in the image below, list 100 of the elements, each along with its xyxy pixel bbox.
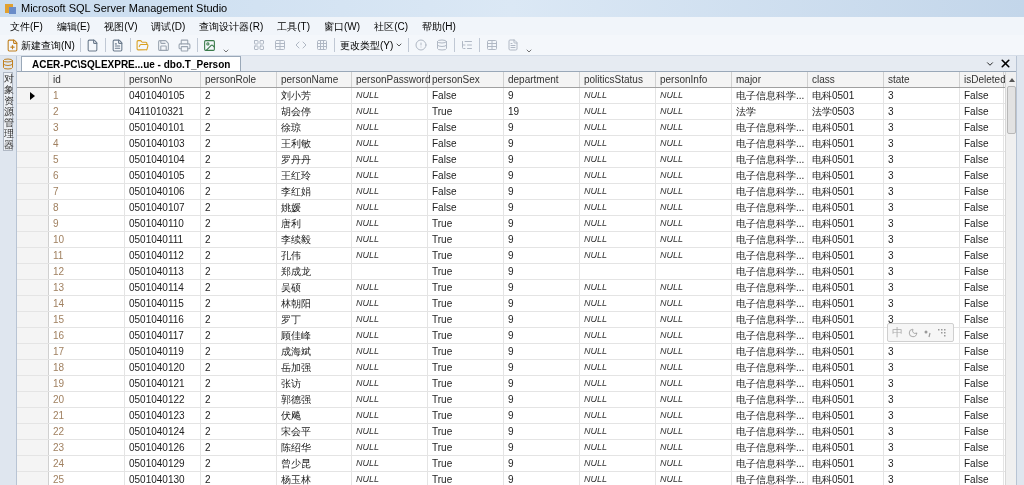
table-cell: False	[960, 120, 1004, 135]
table-cell: NULL	[352, 152, 428, 167]
table-cell: 徐琼	[277, 120, 352, 135]
table-cell: 9	[504, 456, 580, 471]
table-cell: 7	[49, 184, 125, 199]
menu-item[interactable]: 帮助(H)	[422, 18, 456, 34]
menu-item[interactable]: 社区(C)	[374, 18, 409, 34]
menu-item[interactable]: 工具(T)	[277, 18, 311, 34]
dropdown-icon	[985, 59, 995, 69]
column-header[interactable]: politicsStatus	[580, 72, 656, 87]
table-cell: 电科0501	[808, 376, 884, 391]
table-cell: 林朝阳	[277, 296, 352, 311]
table-cell: NULL	[580, 296, 656, 311]
table-cell: 电科0501	[808, 232, 884, 247]
column-header[interactable]: class	[808, 72, 884, 87]
table-cell: 电科0501	[808, 424, 884, 439]
table-cell: NULL	[656, 328, 732, 343]
table-cell: 电子信息科学...	[732, 152, 808, 167]
table-cell: 电子信息科学...	[732, 408, 808, 423]
table-cell: 李红娟	[277, 184, 352, 199]
current-row-icon	[30, 91, 35, 100]
table-cell: 电子信息科学...	[732, 184, 808, 199]
table-cell: NULL	[656, 200, 732, 215]
menu-item[interactable]: 调试(D)	[151, 18, 186, 34]
table-cell: 电科0501	[808, 360, 884, 375]
column-header[interactable]: personPassword	[352, 72, 428, 87]
printer-icon[interactable]	[175, 36, 194, 54]
menu-item[interactable]: 文件(F)	[10, 18, 43, 34]
table-cell: 3	[884, 424, 960, 439]
column-header[interactable]: personInfo	[656, 72, 732, 87]
table-cell: False	[960, 456, 1004, 471]
table-cell: NULL	[352, 120, 428, 135]
table-cell: 电科0501	[808, 312, 884, 327]
menu-item[interactable]: 查询设计器(R)	[199, 18, 264, 34]
table-cell: False	[428, 184, 504, 199]
table-cell: NULL	[656, 296, 732, 311]
table-cell: 姚媛	[277, 200, 352, 215]
table-cell: 3	[884, 264, 960, 279]
document-tab[interactable]: ACER-PC\SQLEXPRE...ue - dbo.T_Person	[21, 56, 242, 71]
table-cell: 0501040123	[125, 408, 201, 423]
column-header[interactable]: state	[884, 72, 960, 87]
table-cell: NULL	[352, 88, 428, 103]
table-cell: 9	[504, 88, 580, 103]
table-cell: True	[428, 104, 504, 119]
table-cell: 2	[201, 104, 277, 119]
scroll-up-icon[interactable]	[1008, 78, 1015, 82]
menu-item[interactable]: 窗口(W)	[324, 18, 361, 34]
column-header[interactable]: isDeleted	[960, 72, 1004, 87]
scroll-thumb[interactable]	[1007, 86, 1016, 134]
menu-item[interactable]: 编辑(E)	[56, 18, 91, 34]
table-cell: 3	[884, 104, 960, 119]
table-cell: 2	[201, 424, 277, 439]
table-cell: 电科0501	[808, 200, 884, 215]
vertical-scrollbar[interactable]	[1005, 72, 1017, 485]
table-cell: 9	[504, 376, 580, 391]
table-cell: 9	[504, 216, 580, 231]
table-cell: 曾少昆	[277, 456, 352, 471]
table-cell: 电子信息科学...	[732, 424, 808, 439]
table-cell: 9	[504, 296, 580, 311]
table-cell: 24	[49, 456, 125, 471]
table-cell: 9	[504, 440, 580, 455]
table-cell: 0401040105	[125, 88, 201, 103]
overflow-icon	[525, 47, 534, 55]
table-cell: NULL	[580, 424, 656, 439]
grip-icon[interactable]	[938, 328, 946, 337]
table-cell: NULL	[352, 248, 428, 263]
table-cell: 0501040130	[125, 472, 201, 485]
change-type-button[interactable]: 更改类型(Y)	[337, 36, 406, 54]
table-cell: NULL	[656, 280, 732, 295]
table-cell: 0501040115	[125, 296, 201, 311]
table-cell: NULL	[580, 232, 656, 247]
column-header[interactable]: personNo	[125, 72, 201, 87]
menu-item[interactable]: 视图(V)	[104, 18, 138, 34]
table-cell: 12	[49, 264, 125, 279]
table-cell: 0501040111	[125, 232, 201, 247]
table-cell: 电科0501	[808, 264, 884, 279]
side-panel-tab[interactable]: 对象资源管理器	[3, 72, 13, 151]
table-cell: True	[428, 376, 504, 391]
table-cell: NULL	[580, 136, 656, 151]
table-cell: NULL	[352, 168, 428, 183]
table-cell: 电科0501	[808, 248, 884, 263]
column-header[interactable]: major	[732, 72, 808, 87]
table-cell: 4	[49, 136, 125, 151]
table-cell: False	[428, 200, 504, 215]
table-cell: 电子信息科学...	[732, 312, 808, 327]
table-cell: False	[960, 200, 1004, 215]
table-cell: 电子信息科学...	[732, 216, 808, 231]
table-cell: NULL	[656, 216, 732, 231]
table-cell: NULL	[656, 424, 732, 439]
table-cell: False	[960, 408, 1004, 423]
table-cell: False	[428, 136, 504, 151]
column-header[interactable]: personName	[277, 72, 352, 87]
new-query-button[interactable]: 新建查询(N)	[4, 36, 77, 54]
column-header[interactable]: personRole	[201, 72, 277, 87]
row-header[interactable]	[17, 88, 49, 103]
table-cell: 0501040104	[125, 152, 201, 167]
table-cell: 9	[504, 344, 580, 359]
column-header[interactable]: department	[504, 72, 580, 87]
table-cell: 电科0501	[808, 472, 884, 485]
column-header[interactable]: id	[49, 72, 125, 87]
